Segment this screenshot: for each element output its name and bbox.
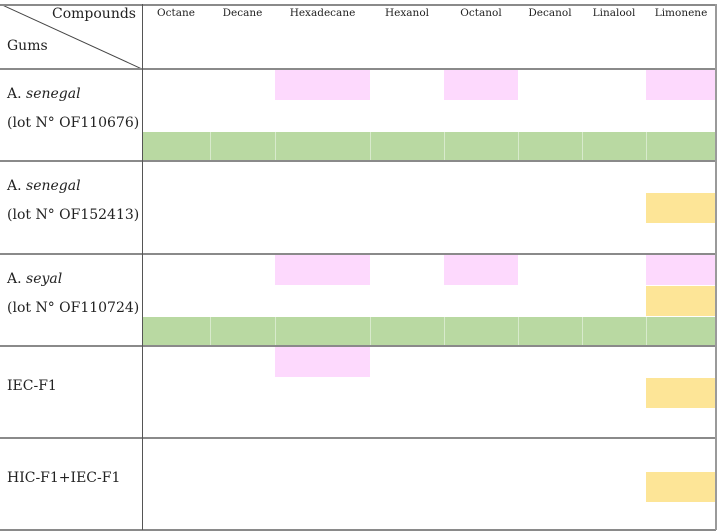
column-header-limonene: Limonene bbox=[654, 7, 708, 19]
band-column-divider bbox=[444, 317, 445, 347]
row-label-species: A. senegal bbox=[7, 178, 81, 194]
pink-mark-limonene bbox=[646, 255, 716, 285]
row-divider bbox=[0, 160, 716, 162]
corner-label-gums: Gums bbox=[7, 38, 48, 54]
yellow-mark-limonene bbox=[646, 193, 716, 223]
row-label-species: A. seyal bbox=[7, 271, 62, 287]
column-header-linalool: Linalool bbox=[592, 7, 636, 19]
row-divider bbox=[0, 4, 716, 6]
row-label-lot: (lot N° OF110724) bbox=[7, 300, 140, 316]
green-mark-octane-decane-hexadecane-hexanol-octanol-decanol-linalool-limonene bbox=[142, 317, 716, 347]
band-column-divider bbox=[210, 317, 211, 347]
band-column-divider bbox=[444, 132, 445, 162]
column-header-octanol: Octanol bbox=[460, 7, 502, 19]
pink-mark-hexadecane bbox=[275, 70, 370, 100]
green-mark-octane-decane-hexadecane-hexanol-octanol-decanol-linalool-limonene bbox=[142, 132, 716, 162]
pink-mark-hexadecane bbox=[275, 347, 370, 377]
compound-gum-table: Compounds Gums Octane Decane Hexadecane Hex… bbox=[0, 4, 717, 531]
genus-text: A. bbox=[7, 178, 27, 194]
band-column-divider bbox=[210, 132, 211, 162]
yellow-mark-limonene bbox=[646, 378, 716, 408]
column-header-decane: Decane bbox=[222, 7, 263, 19]
table-right-border bbox=[715, 4, 717, 530]
band-column-divider bbox=[646, 132, 647, 162]
row-divider bbox=[0, 345, 716, 347]
pink-mark-hexadecane bbox=[275, 255, 370, 285]
pink-mark-octanol bbox=[444, 70, 518, 100]
column-header-decanol: Decanol bbox=[528, 7, 572, 19]
species-text: seyal bbox=[26, 271, 63, 287]
row-label-species: A. senegal bbox=[7, 86, 81, 102]
pink-mark-limonene bbox=[646, 70, 716, 100]
band-column-divider bbox=[370, 132, 371, 162]
yellow-mark-limonene bbox=[646, 471, 716, 502]
row-divider bbox=[0, 253, 716, 255]
column-header-hexanol: Hexanol bbox=[385, 7, 429, 19]
yellow-mark-limonene bbox=[646, 286, 716, 316]
row-label: HIC-F1+IEC-F1 bbox=[7, 470, 121, 486]
column-header-octane: Octane bbox=[157, 7, 195, 19]
corner-label-compounds: Compounds bbox=[52, 6, 136, 22]
row-divider bbox=[0, 68, 716, 70]
row-label-lot: (lot N° OF110676) bbox=[7, 115, 140, 131]
band-column-divider bbox=[646, 317, 647, 347]
band-column-divider bbox=[518, 132, 519, 162]
band-column-divider bbox=[275, 317, 276, 347]
row-divider bbox=[0, 437, 716, 439]
column-header-hexadecane: Hexadecane bbox=[289, 7, 356, 19]
band-column-divider bbox=[582, 317, 583, 347]
genus-text: A. bbox=[7, 86, 27, 102]
species-text: senegal bbox=[26, 178, 81, 194]
row-label-lot: (lot N° OF152413) bbox=[7, 207, 140, 223]
label-column-divider bbox=[142, 4, 143, 530]
genus-text: A. bbox=[7, 271, 27, 287]
row-label: IEC-F1 bbox=[7, 378, 57, 394]
row-divider bbox=[0, 529, 716, 531]
pink-mark-octanol bbox=[444, 255, 518, 285]
band-column-divider bbox=[370, 317, 371, 347]
band-column-divider bbox=[582, 132, 583, 162]
band-column-divider bbox=[275, 132, 276, 162]
species-text: senegal bbox=[26, 86, 81, 102]
band-column-divider bbox=[518, 317, 519, 347]
